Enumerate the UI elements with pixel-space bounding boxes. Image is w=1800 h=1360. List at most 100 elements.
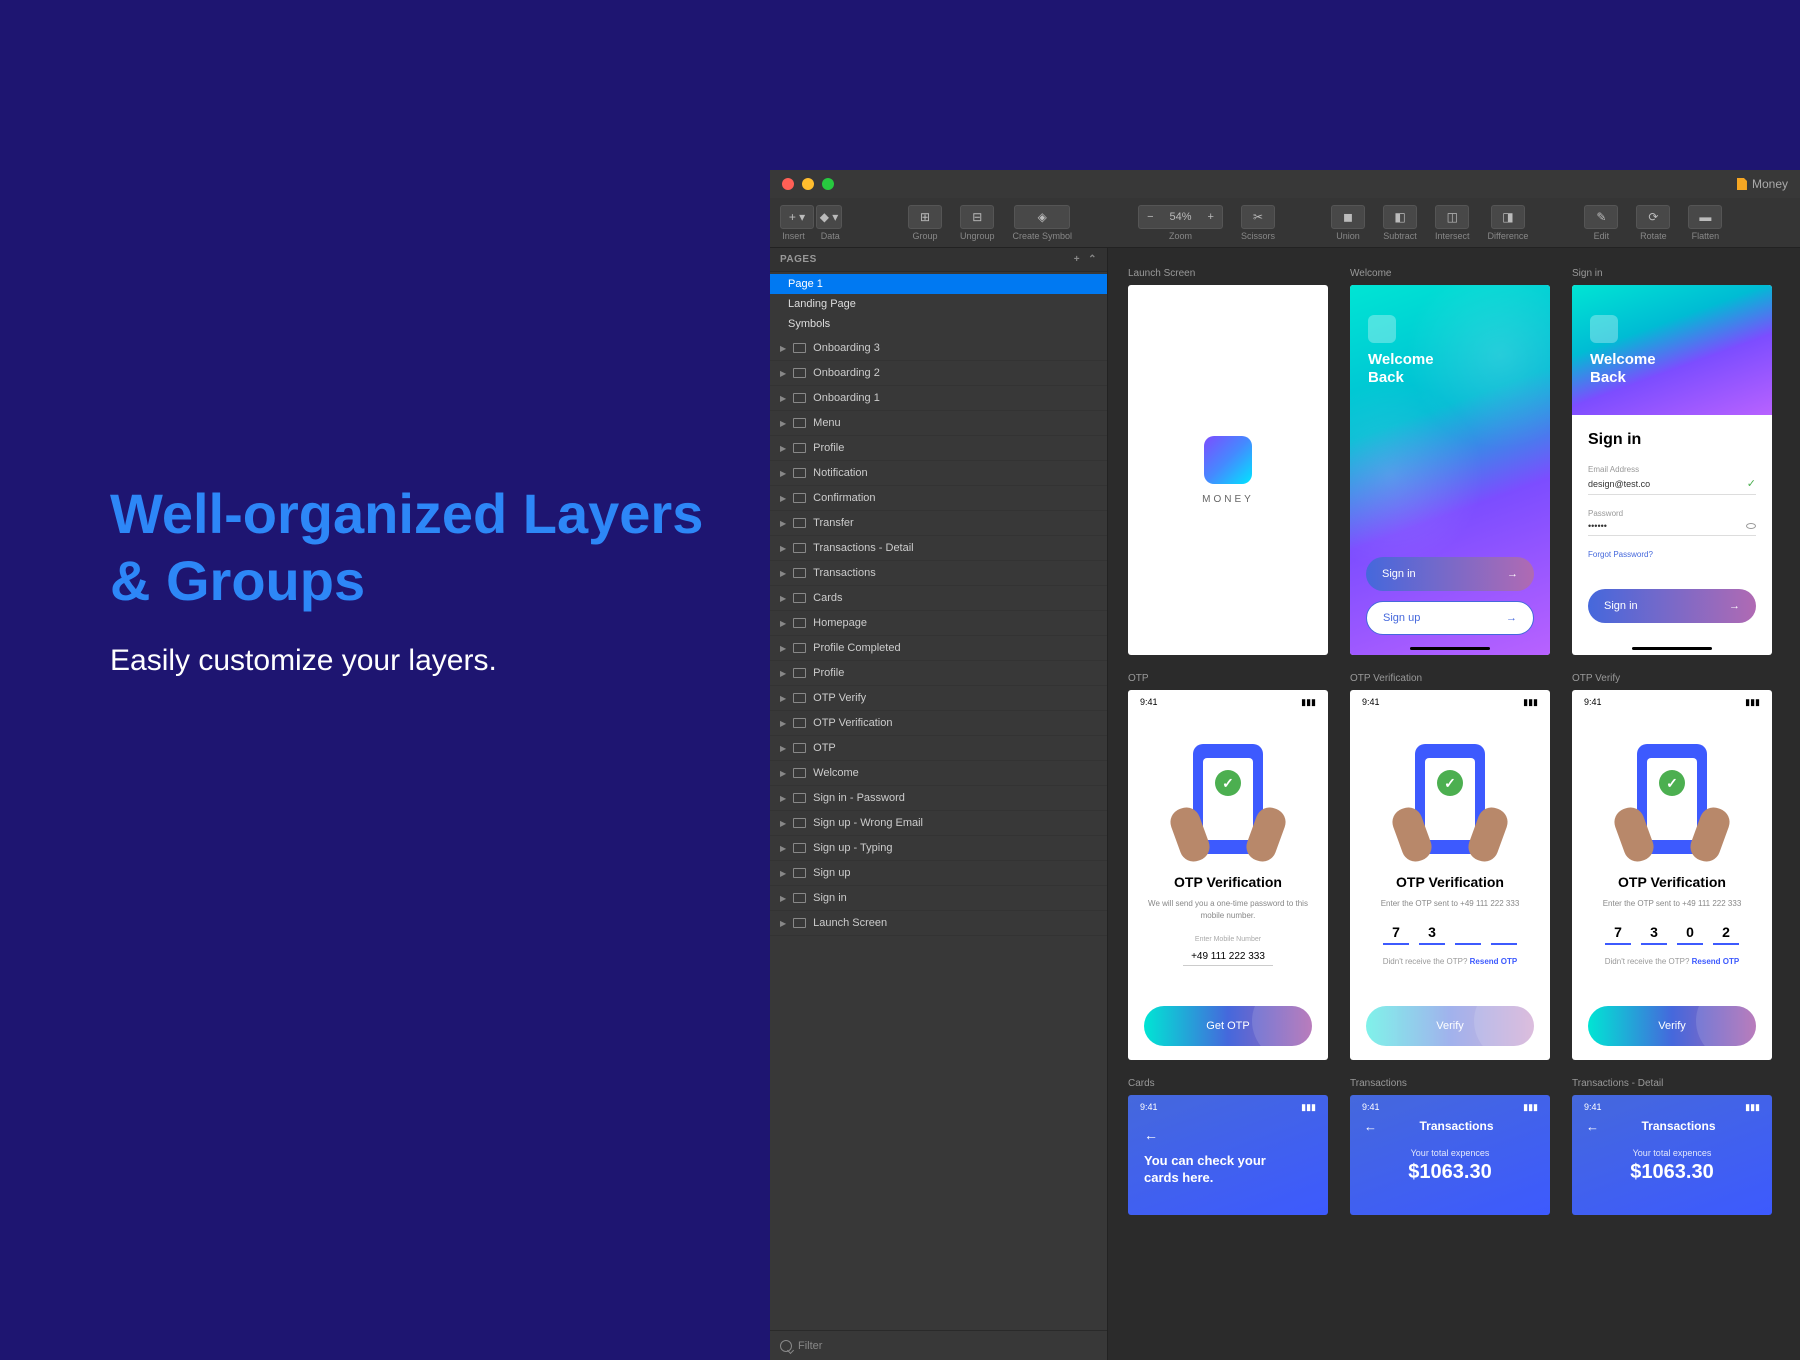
layer-item[interactable]: ▶OTP Verification <box>770 711 1107 736</box>
layer-item[interactable]: ▶Sign in - Password <box>770 786 1107 811</box>
artboard-icon <box>793 418 806 428</box>
layer-item[interactable]: ▶Homepage <box>770 611 1107 636</box>
signin-submit-button[interactable]: Sign in→ <box>1588 589 1756 623</box>
layer-item[interactable]: ▶Notification <box>770 461 1107 486</box>
signup-button[interactable]: Sign up→ <box>1366 601 1534 635</box>
layer-item[interactable]: ▶Onboarding 1 <box>770 386 1107 411</box>
group-button[interactable]: ⊞ <box>908 205 942 229</box>
layer-item[interactable]: ▶Profile <box>770 661 1107 686</box>
resend-link[interactable]: Resend OTP <box>1470 957 1518 966</box>
artboard-icon <box>793 793 806 803</box>
insert-button[interactable]: + ▾ <box>780 205 814 229</box>
artboard-cards[interactable]: Cards 9:41▮▮▮ ← You can check yourcards … <box>1128 1078 1328 1215</box>
get-otp-button[interactable]: Get OTP <box>1144 1006 1312 1046</box>
verify-button[interactable]: Verify <box>1588 1006 1756 1046</box>
artboard-otp-verification[interactable]: OTP Verification 9:41▮▮▮ OTP Verificatio… <box>1350 673 1550 1060</box>
artboard-transactions[interactable]: Transactions 9:41▮▮▮ ←Transactions Your … <box>1350 1078 1550 1215</box>
email-field[interactable]: Email Address design@test.co✓ <box>1588 465 1756 495</box>
artboard-icon <box>793 693 806 703</box>
chevron-right-icon: ▶ <box>780 619 786 628</box>
layer-item[interactable]: ▶OTP Verify <box>770 686 1107 711</box>
chevron-right-icon: ▶ <box>780 519 786 528</box>
layer-item[interactable]: ▶Confirmation <box>770 486 1107 511</box>
artboard-icon <box>793 568 806 578</box>
layer-item[interactable]: ▶Cards <box>770 586 1107 611</box>
subtract-button[interactable]: ◧ <box>1383 205 1417 229</box>
layer-item[interactable]: ▶Welcome <box>770 761 1107 786</box>
layer-item[interactable]: ▶OTP <box>770 736 1107 761</box>
eye-icon[interactable] <box>1746 523 1756 529</box>
zoom-control[interactable]: −54%+ <box>1138 205 1223 229</box>
layer-item[interactable]: ▶Profile Completed <box>770 636 1107 661</box>
forgot-password-link[interactable]: Forgot Password? <box>1588 550 1756 559</box>
layer-item[interactable]: ▶Sign up - Typing <box>770 836 1107 861</box>
intersect-button[interactable]: ◫ <box>1435 205 1469 229</box>
minimize-icon[interactable] <box>802 178 814 190</box>
chevron-right-icon: ▶ <box>780 469 786 478</box>
data-button[interactable]: ◆ ▾ <box>816 205 842 229</box>
otp-input[interactable]: 7 3 <box>1370 924 1530 945</box>
artboard-icon <box>793 493 806 503</box>
layer-item[interactable]: ▶Transactions <box>770 561 1107 586</box>
artboard-welcome[interactable]: Welcome WelcomeBack Sign in→ Sign up→ <box>1350 268 1550 655</box>
artboard-transactions-detail[interactable]: Transactions - Detail 9:41▮▮▮ ←Transacti… <box>1572 1078 1772 1215</box>
difference-button[interactable]: ◨ <box>1491 205 1525 229</box>
artboard-icon <box>793 743 806 753</box>
password-field[interactable]: Password •••••• <box>1588 509 1756 536</box>
layer-item[interactable]: ▶Transactions - Detail <box>770 536 1107 561</box>
back-icon[interactable]: ← <box>1586 1119 1599 1134</box>
create-symbol-button[interactable]: ◈ <box>1014 205 1070 229</box>
verify-button[interactable]: Verify <box>1366 1006 1534 1046</box>
collapse-icon[interactable]: ⌃ <box>1088 254 1097 265</box>
total-amount: $1063.30 <box>1572 1161 1772 1184</box>
layer-item[interactable]: ▶Menu <box>770 411 1107 436</box>
chevron-right-icon: ▶ <box>780 669 786 678</box>
back-icon[interactable]: ← <box>1364 1119 1377 1134</box>
welcome-header: WelcomeBack <box>1368 315 1434 387</box>
pages-header: PAGES +⌃ <box>770 248 1107 272</box>
chevron-right-icon: ▶ <box>780 544 786 553</box>
chevron-right-icon: ▶ <box>780 444 786 453</box>
layer-item[interactable]: ▶Profile <box>770 436 1107 461</box>
page-item[interactable]: Page 1 <box>770 274 1107 294</box>
page-item[interactable]: Symbols <box>770 314 1107 334</box>
chevron-right-icon: ▶ <box>780 644 786 653</box>
layer-item[interactable]: ▶Onboarding 3 <box>770 336 1107 361</box>
maximize-icon[interactable] <box>822 178 834 190</box>
union-button[interactable]: ◼ <box>1331 205 1365 229</box>
scissors-button[interactable]: ✂ <box>1241 205 1275 229</box>
signin-button[interactable]: Sign in→ <box>1366 557 1534 591</box>
chevron-right-icon: ▶ <box>780 744 786 753</box>
layer-item[interactable]: ▶Launch Screen <box>770 911 1107 936</box>
artboard-otp-verify[interactable]: OTP Verify 9:41▮▮▮ OTP Verification Ente… <box>1572 673 1772 1060</box>
rotate-button[interactable]: ⟳ <box>1636 205 1670 229</box>
layer-item[interactable]: ▶Transfer <box>770 511 1107 536</box>
logo-icon <box>1590 315 1618 343</box>
artboard-signin[interactable]: Sign in WelcomeBack Sign in Email Addres… <box>1572 268 1772 655</box>
artboard-otp[interactable]: OTP 9:41▮▮▮ OTP Verification We will sen… <box>1128 673 1328 1060</box>
layer-item[interactable]: ▶Sign in <box>770 886 1107 911</box>
ungroup-button[interactable]: ⊟ <box>960 205 994 229</box>
close-icon[interactable] <box>782 178 794 190</box>
app-window: Money + ▾ ◆ ▾ Insert Data ⊞Group ⊟Ungrou… <box>770 170 1800 1360</box>
layer-item[interactable]: ▶Sign up - Wrong Email <box>770 811 1107 836</box>
layer-item[interactable]: ▶Sign up <box>770 861 1107 886</box>
otp-input[interactable]: 7 3 0 2 <box>1592 924 1752 945</box>
promo-text: Well-organized Layers & Groups Easily cu… <box>110 480 750 678</box>
insert-label: Insert <box>782 231 805 241</box>
edit-button[interactable]: ✎ <box>1584 205 1618 229</box>
canvas[interactable]: Launch Screen MONEY Welcome <box>1108 248 1800 1360</box>
phone-input[interactable]: +49 111 222 333 <box>1183 951 1273 966</box>
artboard-launch[interactable]: Launch Screen MONEY <box>1128 268 1328 655</box>
artboard-icon <box>793 843 806 853</box>
flatten-button[interactable]: ▬ <box>1688 205 1722 229</box>
page-item[interactable]: Landing Page <box>770 294 1107 314</box>
titlebar[interactable]: Money <box>770 170 1800 198</box>
back-icon[interactable]: ← <box>1128 1119 1328 1143</box>
filter-bar[interactable]: Filter <box>770 1330 1107 1360</box>
layer-item[interactable]: ▶Onboarding 2 <box>770 361 1107 386</box>
add-page-icon[interactable]: + <box>1074 254 1080 265</box>
app-logo-icon <box>1204 436 1252 484</box>
resend-link[interactable]: Resend OTP <box>1692 957 1740 966</box>
status-icons: ▮▮▮ <box>1745 1102 1760 1113</box>
